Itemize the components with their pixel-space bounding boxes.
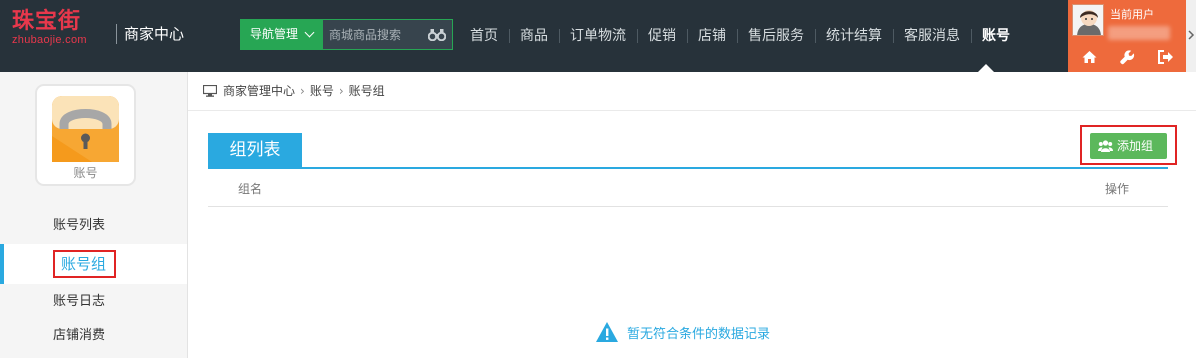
breadcrumb-separator: › bbox=[300, 84, 305, 98]
sidebar-item-account-log[interactable]: 账号日志 bbox=[0, 285, 187, 319]
menu-item-home[interactable]: 首页 bbox=[459, 26, 509, 46]
column-header-group-name: 组名 bbox=[238, 182, 263, 196]
menu-item-promotion[interactable]: 促销 bbox=[637, 26, 687, 46]
logo-cn: 珠宝街 bbox=[12, 8, 82, 34]
search-input[interactable] bbox=[323, 20, 427, 49]
empty-message: 暂无符合条件的数据记录 bbox=[627, 326, 771, 342]
add-group-button[interactable]: 添加组 bbox=[1090, 133, 1167, 159]
users-icon bbox=[1098, 140, 1113, 152]
logo-en: zhubaojie.com bbox=[12, 34, 87, 46]
sidebar-item-label: 账号列表 bbox=[53, 218, 106, 233]
add-group-highlight: 添加组 bbox=[1080, 125, 1177, 165]
breadcrumb-item[interactable]: 商家管理中心 bbox=[223, 82, 295, 100]
logout-icon[interactable] bbox=[1158, 50, 1174, 64]
menu-item-statistics[interactable]: 统计结算 bbox=[815, 26, 893, 46]
empty-state: 暂无符合条件的数据记录 bbox=[595, 320, 770, 344]
home-icon[interactable] bbox=[1082, 50, 1097, 64]
nav-management-button[interactable]: 导航管理 bbox=[240, 19, 322, 50]
user-actions bbox=[1082, 50, 1178, 66]
breadcrumb-item[interactable]: 账号 bbox=[310, 82, 334, 100]
breadcrumb-item: 账号组 bbox=[348, 84, 385, 98]
add-group-label: 添加组 bbox=[1117, 139, 1154, 153]
warning-icon bbox=[596, 322, 618, 342]
sidebar-item-label: 店铺消费 bbox=[53, 328, 106, 343]
scrollbar[interactable] bbox=[1186, 0, 1196, 72]
avatar[interactable] bbox=[1072, 4, 1104, 36]
wrench-icon[interactable] bbox=[1120, 50, 1135, 65]
top-bar: 珠宝街 zhubaojie.com 商家中心 导航管理 首页 商品 订单物流 促… bbox=[0, 0, 1196, 72]
merchant-center-title: 商家中心 bbox=[124, 25, 185, 43]
menu-item-after-sales[interactable]: 售后服务 bbox=[737, 26, 815, 46]
sidebar-item-account-list[interactable]: 账号列表 bbox=[0, 209, 187, 243]
logo[interactable]: 珠宝街 zhubaojie.com bbox=[12, 8, 102, 56]
tab-underline bbox=[208, 167, 1168, 169]
main-menu: 首页 商品 订单物流 促销 店铺 售后服务 统计结算 客服消息 账号 bbox=[459, 26, 1021, 46]
current-user-label: 当前用户 bbox=[1110, 8, 1154, 21]
monitor-icon bbox=[203, 85, 217, 97]
column-header-actions: 操作 bbox=[1105, 182, 1130, 196]
sidebar-item-label: 账号组 bbox=[53, 250, 117, 278]
sidebar-item-account-group[interactable]: 账号组 bbox=[0, 244, 187, 284]
menu-item-store[interactable]: 店铺 bbox=[687, 26, 737, 46]
chevron-down-icon bbox=[304, 27, 315, 38]
menu-item-account[interactable]: 账号 bbox=[971, 26, 1021, 46]
table-header-divider bbox=[208, 206, 1168, 207]
chevron-right-icon[interactable] bbox=[1186, 30, 1196, 40]
search-box bbox=[322, 19, 453, 50]
sidebar-item-store-consumption[interactable]: 店铺消费 bbox=[0, 319, 187, 353]
logo-divider bbox=[116, 24, 117, 44]
menu-item-customer-service[interactable]: 客服消息 bbox=[893, 26, 971, 46]
menu-item-goods[interactable]: 商品 bbox=[509, 26, 559, 46]
sidebar: 账号 账号列表 账号组 账号日志 店铺消费 bbox=[0, 72, 188, 358]
username-redacted bbox=[1108, 26, 1170, 40]
sidebar-item-label: 账号日志 bbox=[53, 294, 106, 309]
avatar-face-icon bbox=[1073, 5, 1103, 35]
breadcrumb-separator: › bbox=[338, 84, 344, 98]
nav-management-label: 导航管理 bbox=[250, 27, 299, 41]
menu-item-orders[interactable]: 订单物流 bbox=[559, 26, 637, 46]
breadcrumb-divider bbox=[188, 110, 1196, 111]
binoculars-icon[interactable] bbox=[428, 28, 446, 41]
user-panel: 当前用户 bbox=[1068, 0, 1186, 72]
active-menu-caret bbox=[978, 64, 994, 72]
breadcrumb: 商家管理中心 › 账号 › 账号组 bbox=[203, 82, 385, 100]
tab-group-list[interactable]: 组列表 bbox=[208, 133, 302, 168]
lock-icon bbox=[52, 96, 119, 162]
app-card-label: 账号 bbox=[73, 166, 98, 180]
account-app-card[interactable]: 账号 bbox=[35, 84, 136, 186]
